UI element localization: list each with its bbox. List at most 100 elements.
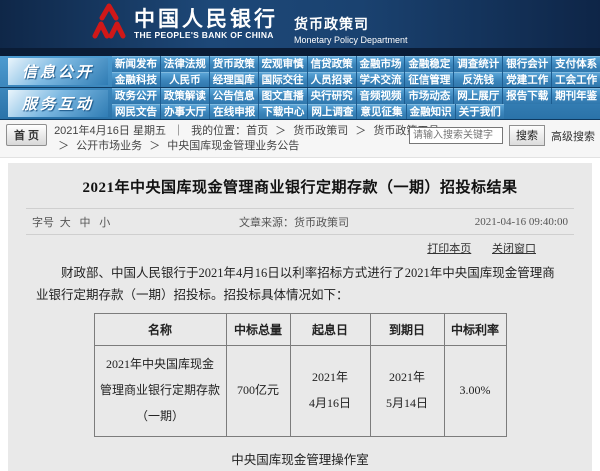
search-button[interactable]: 搜索 [509,125,545,146]
nav-item[interactable]: 市场动态 [404,88,453,104]
department-name: 货币政策司 Monetary Policy Department [294,4,408,45]
table-header-row: 名称 中标总量 起息日 到期日 中标利率 [94,314,506,346]
nav-item[interactable]: 货币政策 [209,56,258,72]
nav-item[interactable]: 关于我们 [455,104,504,120]
nav-item[interactable]: 金融科技 [112,72,160,88]
breadcrumb-item-dept[interactable]: 货币政策司 [293,125,348,137]
bid-result-table: 名称 中标总量 起息日 到期日 中标利率 2021年中央国库现金 管理商业银行定… [94,313,507,436]
nav-item[interactable]: 党建工作 [502,72,551,88]
nav-item[interactable]: 人员招录 [307,72,356,88]
nav-item[interactable]: 信贷政策 [307,56,356,72]
nav-row: 金融科技 人民币 经理国库 国际交往 人员招录 学术交流 征信管理 反洗钱 党建… [112,72,600,88]
breadcrumb-item-current[interactable]: 中央国库现金管理业务公告 [167,140,299,152]
nav-empty-slot [552,104,600,120]
nav-item[interactable]: 银行会计 [502,56,551,72]
col-header-maturity-date: 到期日 [370,314,444,346]
breadcrumb: 2021年4月16日 星期五 ｜ 我的位置：首页 ＞ 货币政策司 ＞ 货币政策工… [52,124,440,154]
nav-item[interactable]: 意见征集 [356,104,405,120]
breadcrumb-item-open-market[interactable]: 公开市场业务 [76,140,142,152]
nav-row: 新闻发布 法律法规 货币政策 宏观审慎 信贷政策 金融市场 金融稳定 调查统计 … [112,56,600,72]
nav-section-info-disclosure[interactable]: 信息公开 [8,58,108,85]
nav-group-info-disclosure: 信息公开 新闻发布 法律法规 货币政策 宏观审慎 信贷政策 金融市场 金融稳定 … [0,56,600,88]
nav-item[interactable]: 政策解读 [160,88,209,104]
font-size-small[interactable]: 小 [99,217,110,229]
breadcrumb-separator: ＞ [275,125,286,137]
signature-office: 中央国库现金管理操作室 [8,449,592,468]
nav-item[interactable]: 音频视频 [356,88,405,104]
nav-empty-slot [504,104,552,120]
nav-item[interactable]: 下载中心 [258,104,307,120]
article-paragraph: 财政部、中国人民银行于2021年4月16日以利率招标方式进行了2021年中央国库… [36,263,564,307]
header-banner: 中国人民银行 THE PEOPLE'S BANK OF CHINA 货币政策司 … [0,0,600,48]
nav-item[interactable]: 公告信息 [209,88,258,104]
department-name-cn: 货币政策司 [294,14,408,34]
font-size-label: 字号 [32,217,54,229]
breadcrumb-separator: ＞ [58,140,69,152]
font-size-large[interactable]: 大 [60,217,71,229]
col-header-rate: 中标利率 [444,314,506,346]
nav-item[interactable]: 政务公开 [112,88,160,104]
nav-item[interactable]: 经理国库 [209,72,258,88]
cell-rate: 3.00% [444,346,506,436]
nav-item[interactable]: 金融知识 [406,104,455,120]
nav-item[interactable]: 图文直播 [258,88,307,104]
department-name-en: Monetary Policy Department [294,35,408,45]
nav-item[interactable]: 反洗钱 [453,72,502,88]
article-source: 文章来源：货币政策司 [239,214,349,230]
nav-item[interactable]: 学术交流 [356,72,405,88]
nav-item[interactable]: 国际交往 [258,72,307,88]
nav-item[interactable]: 工会工作 [551,72,600,88]
cell-amount: 700亿元 [226,346,290,436]
close-window-link[interactable]: 关闭窗口 [492,243,536,255]
advanced-search-link[interactable]: 高级搜索 [551,128,595,144]
source-value: 货币政策司 [294,217,349,229]
nav-item[interactable]: 在线申报 [209,104,258,120]
nav-item[interactable]: 新闻发布 [112,56,160,72]
nav-item[interactable]: 网上展厅 [453,88,502,104]
nav-row: 政务公开 政策解读 公告信息 图文直播 央行研究 音频视频 市场动态 网上展厅 … [112,88,600,104]
col-header-amount: 中标总量 [226,314,290,346]
search-input[interactable] [409,127,503,144]
nav-item[interactable]: 调查统计 [453,56,502,72]
nav-item[interactable]: 人民币 [160,72,209,88]
nav-item[interactable]: 网民文告 [112,104,160,120]
home-button[interactable]: 首 页 [6,124,47,146]
article-panel: 2021年中央国库现金管理商业银行定期存款（一期）招投标结果 字号 大 中 小 … [8,163,592,471]
bank-name-cn: 中国人民银行 [134,8,278,30]
nav-section-services[interactable]: 服务互动 [8,90,108,117]
breadcrumb-bar: 首 页 2021年4月16日 星期五 ｜ 我的位置：首页 ＞ 货币政策司 ＞ 货… [0,120,600,158]
col-header-name: 名称 [94,314,226,346]
nav-item[interactable]: 报告下载 [502,88,551,104]
nav-item[interactable]: 支付体系 [551,56,600,72]
nav-row: 网民文告 办事大厅 在线申报 下载中心 网上调查 意见征集 金融知识 关于我们 [112,104,600,120]
search-area: 搜索 高级搜索 [409,125,595,146]
nav-item[interactable]: 法律法规 [160,56,209,72]
nav-group-services: 服务互动 政务公开 政策解读 公告信息 图文直播 央行研究 音频视频 市场动态 … [0,88,600,120]
nav-item[interactable]: 办事大厅 [160,104,209,120]
nav-item[interactable]: 金融市场 [356,56,405,72]
font-size-control: 字号 大 中 小 [32,214,113,230]
breadcrumb-item-home[interactable]: 首页 [246,125,268,137]
breadcrumb-separator: ＞ [355,125,366,137]
font-size-medium[interactable]: 中 [80,217,91,229]
pboc-logo[interactable]: 中国人民银行 THE PEOPLE'S BANK OF CHINA [92,1,278,48]
cell-deposit-name: 2021年中央国库现金 管理商业银行定期存款 （一期） [94,346,226,436]
nav-item[interactable]: 期刊年鉴 [551,88,600,104]
breadcrumb-separator: ＞ [149,140,160,152]
bank-name-en: THE PEOPLE'S BANK OF CHINA [134,30,278,40]
cell-maturity-date: 2021年 5月14日 [370,346,444,436]
publish-datetime: 2021-04-16 09:40:00 [475,216,568,228]
page-title: 2021年中央国库现金管理商业银行定期存款（一期）招投标结果 [8,176,592,197]
breadcrumb-divider: ｜ [173,125,184,137]
nav-item[interactable]: 央行研究 [307,88,356,104]
nav-item[interactable]: 网上调查 [307,104,356,120]
print-page-link[interactable]: 打印本页 [427,243,471,255]
article-meta: 字号 大 中 小 文章来源：货币政策司 2021-04-16 09:40:00 [8,209,592,234]
nav-item[interactable]: 征信管理 [404,72,453,88]
pboc-emblem-icon [92,1,126,48]
nav-item[interactable]: 宏观审慎 [258,56,307,72]
bank-name: 中国人民银行 THE PEOPLE'S BANK OF CHINA [134,8,278,40]
table-row: 2021年中央国库现金 管理商业银行定期存款 （一期） 700亿元 2021年 … [94,346,506,436]
nav-item[interactable]: 金融稳定 [404,56,453,72]
location-label: 我的位置： [191,125,246,137]
